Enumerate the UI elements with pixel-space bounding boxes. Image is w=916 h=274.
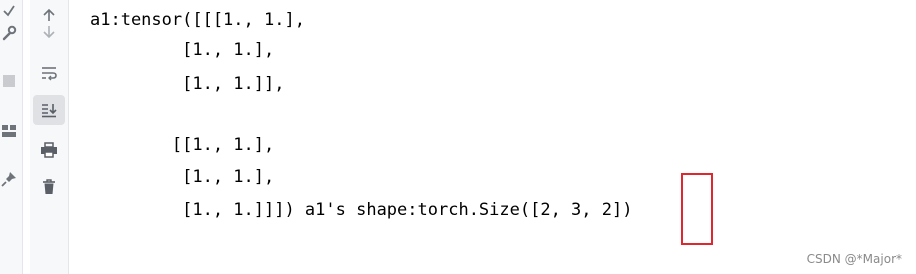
print-button[interactable]: [33, 135, 65, 165]
highlight-annotation-box: [681, 173, 713, 245]
layout-icon[interactable]: [0, 122, 18, 140]
console-line: [1., 1.],: [90, 167, 275, 187]
print-icon: [41, 142, 57, 158]
run-console-window: a1:tensor([[[1., 1.], [1., 1.], [1., 1.]…: [0, 0, 916, 274]
settings-check-icon[interactable]: [0, 2, 18, 20]
clear-all-button[interactable]: [33, 172, 65, 202]
console-line: [1., 1.]],: [90, 74, 285, 94]
stop-icon[interactable]: [0, 72, 18, 90]
scroll-to-end-button[interactable]: [33, 95, 65, 125]
scroll-to-end-icon: [42, 104, 57, 118]
trash-icon: [43, 179, 55, 194]
left-tool-strip: [0, 0, 23, 274]
console-line: [1., 1.],: [90, 40, 275, 60]
console-line: [[1., 1.],: [90, 135, 275, 155]
soft-wrap-button[interactable]: [33, 58, 65, 88]
scroll-down-icon: [43, 26, 55, 39]
console-line: [1., 1.]]]) a1's shape:torch.Size([2, 3,…: [90, 200, 633, 220]
pin-icon[interactable]: [0, 170, 18, 188]
console-line: a1:tensor([[[1., 1.],: [90, 10, 305, 30]
wrench-icon[interactable]: [0, 24, 18, 42]
soft-wrap-icon: [42, 67, 57, 81]
watermark: CSDN @*Major*: [806, 252, 902, 266]
scroll-down-button[interactable]: [33, 17, 65, 47]
console-toolbar: [30, 0, 69, 274]
console-output[interactable]: a1:tensor([[[1., 1.], [1., 1.], [1., 1.]…: [70, 0, 916, 274]
